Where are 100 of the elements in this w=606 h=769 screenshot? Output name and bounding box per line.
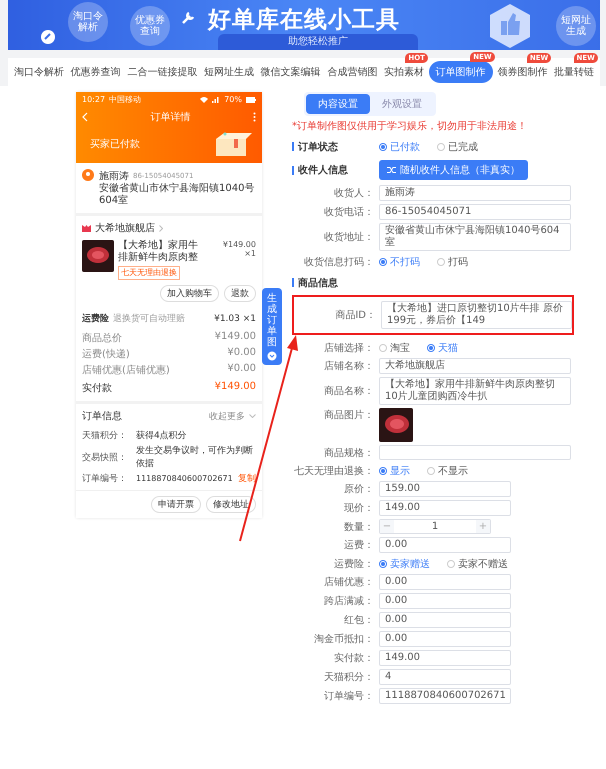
- info-value: 1118870840600702671: [136, 474, 234, 483]
- chevron-right-icon: [159, 224, 163, 232]
- radio-option[interactable]: 不显示: [427, 464, 468, 478]
- order-action-button[interactable]: 申请开票: [151, 496, 201, 513]
- summary-value: ¥149.00: [214, 331, 256, 344]
- wrench-icon: [180, 10, 196, 26]
- battery-level: 70%: [224, 95, 242, 104]
- radio-option[interactable]: 天猫: [427, 340, 458, 354]
- field-label: 现价：: [343, 502, 374, 515]
- section-title: 收件人信息: [298, 164, 348, 177]
- nav-tab[interactable]: 微信文案编辑: [258, 62, 323, 82]
- text-field[interactable]: 安徽省黄山市休宁县海阳镇1040号604室: [379, 223, 571, 251]
- shuffle-icon: [387, 166, 396, 174]
- field-label: 七天无理由退换：: [293, 464, 374, 478]
- text-field[interactable]: 0.00: [379, 537, 511, 553]
- radio-option[interactable]: 已完成: [437, 140, 478, 154]
- text-field[interactable]: 1118870840600702671: [379, 688, 511, 704]
- insurance-description: 退换货可自动理赔: [113, 312, 186, 325]
- banner-title: 好单库在线小工具: [208, 6, 400, 35]
- radio-option[interactable]: 淘宝: [379, 340, 410, 354]
- field-label: 商品名称：: [323, 384, 374, 398]
- nav-tab[interactable]: 批量转链: [552, 62, 596, 82]
- info-value: 获得4点积分: [136, 430, 188, 442]
- section-marker-icon: [292, 278, 294, 287]
- text-field[interactable]: 149.00: [379, 500, 511, 516]
- item-action-button[interactable]: 退款: [224, 285, 256, 302]
- field-label: 跨店满减：: [323, 594, 374, 608]
- text-field[interactable]: 施雨涛: [379, 185, 571, 201]
- info-label: 订单编号：: [82, 472, 128, 485]
- order-action-button[interactable]: 修改地址: [206, 496, 256, 513]
- location-pin-icon: [82, 169, 94, 181]
- section-title: 商品信息: [298, 276, 338, 290]
- summary-label: 店铺优惠(店铺优惠): [82, 364, 170, 377]
- chevron-down-icon: [249, 414, 256, 418]
- text-field[interactable]: 【大希地】家用牛排新鲜牛肉原肉整切10片儿童团购西冷牛扒: [379, 377, 571, 405]
- product-quantity: ×1: [243, 249, 256, 258]
- signal-icon: [212, 96, 220, 103]
- down-circle-icon: [267, 351, 277, 361]
- generate-order-image-button[interactable]: 生成订单图: [262, 288, 282, 365]
- field-label: 店铺名称：: [323, 360, 374, 373]
- summary-label: 运费(快递): [82, 348, 130, 361]
- insurance-price: ¥1.03 ×1: [214, 314, 256, 324]
- field-label: 收货信息打码：: [303, 256, 374, 268]
- nav-tab[interactable]: 合成营销图: [325, 62, 380, 82]
- field-label: 淘金币抵扣：: [313, 632, 374, 646]
- settings-tab[interactable]: 内容设置: [306, 94, 370, 114]
- field-label: 天猫积分：: [323, 671, 374, 684]
- radio-option[interactable]: 卖家赠送: [379, 556, 430, 570]
- summary-value: ¥0.00: [227, 347, 256, 360]
- product-name: 【大希地】家用牛排新鲜牛肉原肉整: [118, 240, 199, 264]
- text-field[interactable]: 0.00: [379, 574, 511, 590]
- carrier-name: 中国移动: [109, 94, 142, 105]
- paid-amount: ¥149.00: [214, 381, 256, 394]
- nav-tab[interactable]: 实拍素材: [382, 62, 426, 82]
- collapse-link[interactable]: 收起更多: [209, 410, 245, 422]
- nav-tab[interactable]: 优惠券查询: [68, 62, 123, 82]
- text-field[interactable]: 0.00: [379, 631, 511, 647]
- radio-option[interactable]: 卖家不赠送: [447, 556, 508, 570]
- nav-tab[interactable]: 领券图制作: [495, 62, 550, 82]
- nav-tab[interactable]: 二合一链接提取: [125, 62, 200, 82]
- nav-tab[interactable]: 订单图制作: [428, 61, 493, 83]
- field-label: 实付款：: [333, 652, 374, 665]
- field-label: 收货电话：: [323, 206, 374, 219]
- text-field[interactable]: 159.00: [379, 481, 511, 497]
- nav-tab[interactable]: 淘口令解析: [12, 62, 66, 82]
- page-title: 订单详情: [150, 110, 190, 124]
- summary-label: 商品总价: [82, 332, 122, 345]
- section-marker-icon: [292, 142, 294, 151]
- info-value: 发生交易争议时，可作为判断依据: [136, 444, 254, 470]
- radio-option[interactable]: 不打码: [379, 254, 420, 268]
- radio-option[interactable]: 打码: [437, 254, 468, 268]
- field-label: 订单编号：: [323, 690, 374, 703]
- field-label: 运费：: [343, 538, 374, 552]
- field-label: 原价：: [343, 483, 374, 496]
- link-icon: [41, 30, 55, 44]
- radio-option[interactable]: 已付款: [379, 140, 420, 154]
- product-price: ¥149.00: [222, 240, 256, 249]
- radio-option[interactable]: 显示: [379, 464, 410, 478]
- store-icon: [82, 224, 91, 232]
- field-label: 收货人：: [333, 187, 374, 200]
- text-field[interactable]: 4: [379, 669, 511, 685]
- text-field[interactable]: 86-15054045071: [379, 204, 571, 220]
- text-field[interactable]: 0.00: [379, 593, 511, 609]
- text-field[interactable]: [379, 445, 571, 460]
- text-field[interactable]: 大希地旗舰店: [379, 358, 571, 374]
- text-field[interactable]: 149.00: [379, 650, 511, 666]
- banner-subtitle: 助您轻松推广: [218, 34, 418, 50]
- product-photo-placeholder: [379, 408, 413, 442]
- order-info-title: 订单信息: [82, 410, 122, 423]
- return-policy-tag: 七天无理由退换: [118, 266, 180, 280]
- paid-label: 实付款: [82, 382, 112, 395]
- text-field[interactable]: 【大希地】进口原切整切10片牛排 原价199元，券后价【149: [381, 301, 572, 329]
- receiver-address: 安徽省黄山市休宁县海阳镇1040号604室: [99, 183, 256, 207]
- info-label: 交易快照：: [82, 452, 128, 464]
- insurance-label: 运费险: [82, 312, 109, 325]
- nav-tab[interactable]: 短网址生成: [202, 62, 256, 82]
- item-action-button[interactable]: 加入购物车: [160, 285, 219, 302]
- tool-bubble: 淘口令解析: [68, 2, 108, 42]
- text-field[interactable]: 0.00: [379, 612, 511, 628]
- random-receiver-button[interactable]: 随机收件人信息（非真实）: [379, 160, 528, 180]
